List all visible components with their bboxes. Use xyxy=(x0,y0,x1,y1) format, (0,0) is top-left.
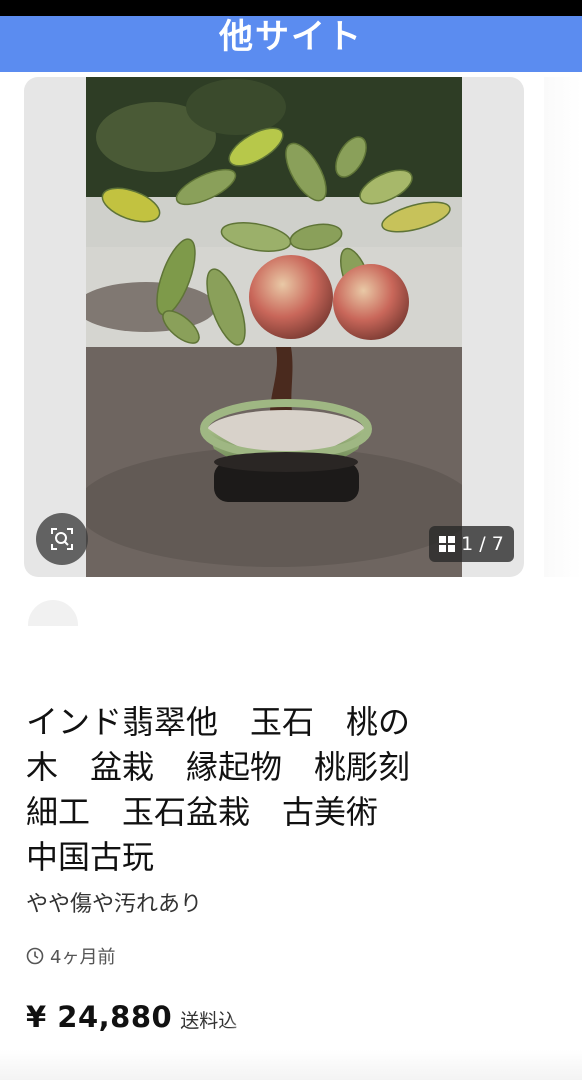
grid-icon xyxy=(439,536,456,552)
item-price: ¥ 24,880 xyxy=(26,1000,173,1034)
item-condition: やや傷や汚れあり xyxy=(26,892,203,917)
other-site-banner[interactable]: 他サイト xyxy=(0,16,582,72)
avatar xyxy=(28,600,78,626)
posted-time: 4ヶ月前 xyxy=(26,943,115,969)
next-image-peek[interactable] xyxy=(544,77,582,577)
shipping-label: 送料込 xyxy=(180,1010,238,1032)
clock-icon xyxy=(26,947,44,965)
image-search-icon xyxy=(51,528,73,550)
price-row: ¥ 24,880 送料込 xyxy=(26,1000,250,1034)
image-counter[interactable]: 1 / 7 xyxy=(429,526,514,562)
image-search-button[interactable] xyxy=(36,513,88,565)
bottom-bar-edge xyxy=(0,1050,582,1080)
jade-peach-bonsai-photo[interactable] xyxy=(86,77,462,577)
image-carousel[interactable]: 1 / 7 xyxy=(24,77,524,577)
posted-time-label: 4ヶ月前 xyxy=(50,947,116,968)
item-title: インド翡翠他 玉石 桃の 木 盆栽 縁起物 桃彫刻 細工 玉石盆栽 古美術 中国… xyxy=(26,703,411,876)
status-bar xyxy=(0,0,582,16)
image-counter-label: 1 / 7 xyxy=(461,533,504,555)
